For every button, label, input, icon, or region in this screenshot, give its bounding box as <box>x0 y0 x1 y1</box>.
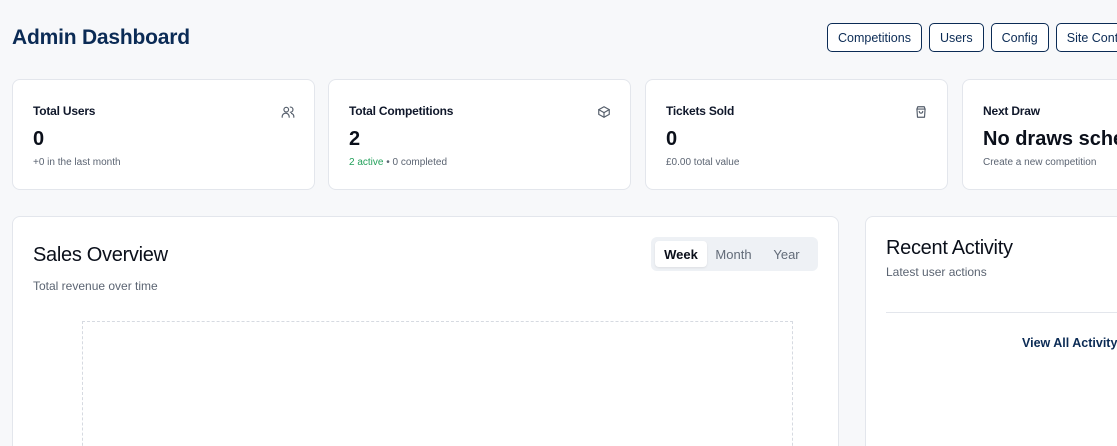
stat-label: Total Users <box>33 104 96 118</box>
stat-label: Next Draw <box>983 104 1040 118</box>
recent-activity-panel: Recent Activity Latest user actions View… <box>865 216 1117 446</box>
period-week-button[interactable]: Week <box>655 241 707 267</box>
panel-title: Sales Overview <box>33 244 168 266</box>
stat-card-total-users: Total Users 0 +0 in the last month <box>12 79 315 190</box>
separator: • <box>383 157 393 168</box>
completed-count: 0 completed <box>392 157 448 168</box>
stat-card-next-draw: Next Draw No draws scheduled Create a ne… <box>962 79 1117 190</box>
users-button[interactable]: Users <box>928 23 984 52</box>
sales-chart-area <box>82 321 793 446</box>
site-content-button[interactable]: Site Content <box>1055 23 1117 52</box>
stat-subtext: +0 in the last month <box>33 157 121 168</box>
competitions-button[interactable]: Competitions <box>827 23 922 52</box>
stat-label: Tickets Sold <box>666 104 735 118</box>
stat-card-total-competitions: Total Competitions 2 2 active • 0 comple… <box>328 79 631 190</box>
period-month-button[interactable]: Month <box>707 241 760 267</box>
stat-subtext: £0.00 total value <box>666 157 740 168</box>
config-button[interactable]: Config <box>990 23 1049 52</box>
view-all-activity-link[interactable]: View All Activity <box>1022 336 1117 350</box>
stat-card-tickets-sold: Tickets Sold 0 £0.00 total value <box>645 79 948 190</box>
divider <box>886 312 1117 313</box>
stat-value: No draws scheduled <box>983 128 1117 150</box>
users-icon <box>281 106 295 118</box>
stat-value: 0 <box>33 128 45 150</box>
panel-subtitle: Latest user actions <box>886 265 987 279</box>
page-title: Admin Dashboard <box>12 26 190 49</box>
shopping-bag-icon <box>916 106 926 118</box>
stat-label: Total Competitions <box>349 104 454 118</box>
panel-title: Recent Activity <box>886 237 1013 259</box>
box-icon <box>598 106 610 118</box>
stat-subtext: Create a new competition <box>983 157 1097 168</box>
stat-value: 0 <box>666 128 678 150</box>
admin-nav: Competitions Users Config Site Content <box>827 23 1117 52</box>
panel-subtitle: Total revenue over time <box>33 279 158 293</box>
period-year-button[interactable]: Year <box>760 241 813 267</box>
stat-value: 2 <box>349 128 361 150</box>
stat-subtext: 2 active • 0 completed <box>349 157 447 168</box>
period-toggle: Week Month Year <box>651 237 818 271</box>
active-count: 2 active <box>349 157 384 168</box>
sales-overview-panel: Sales Overview Total revenue over time W… <box>12 216 839 446</box>
